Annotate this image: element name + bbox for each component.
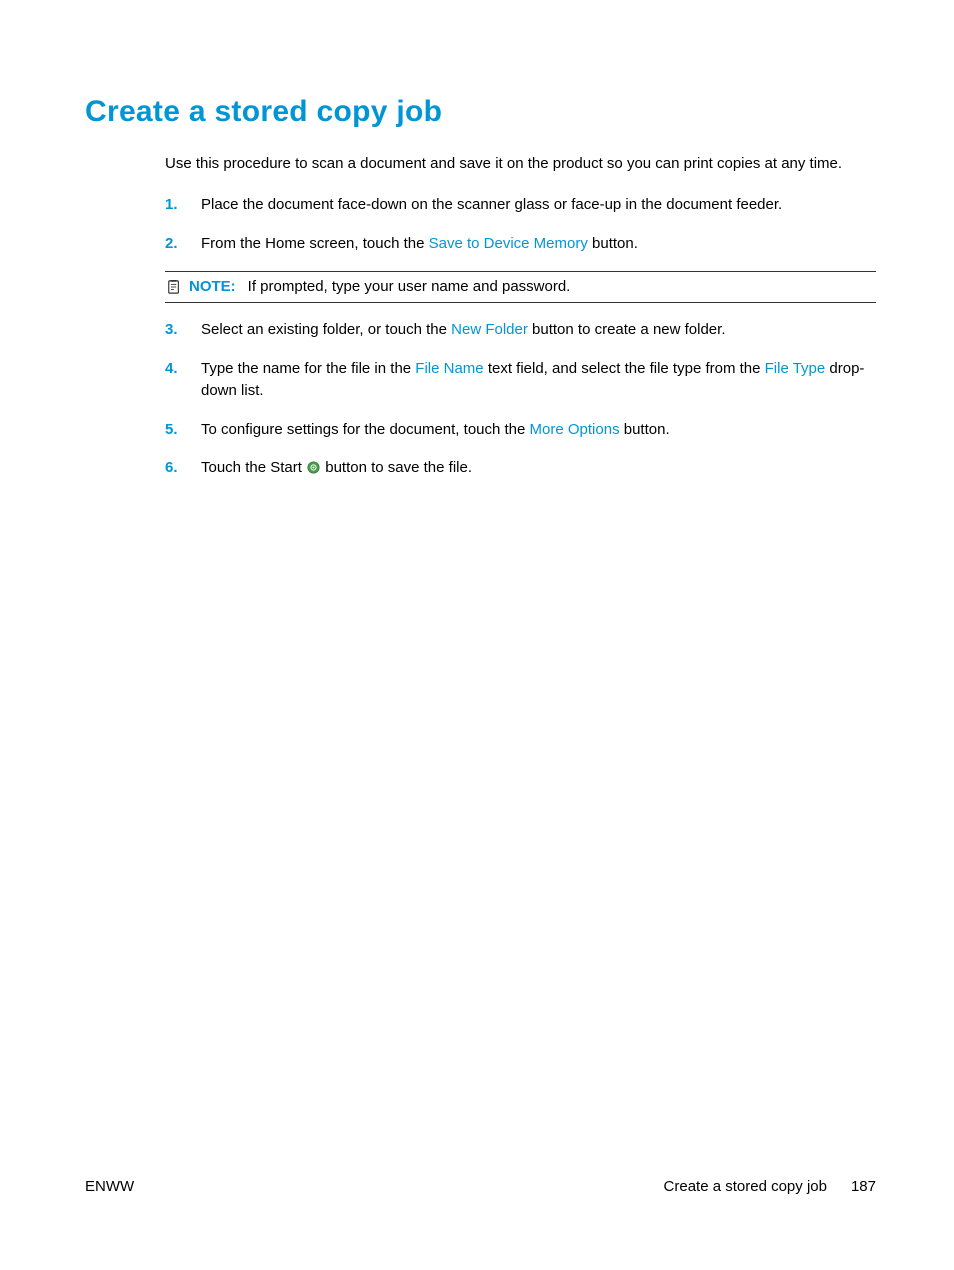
step-text: Touch the Start button to save the file. [201,457,876,480]
note-box: NOTE: If prompted, type your user name an… [165,271,876,303]
ui-reference: File Name [415,360,483,377]
intro-paragraph: Use this procedure to scan a document an… [165,153,876,174]
step-number: 1. [165,194,201,217]
text-fragment: Type the name for the file in the [201,360,415,377]
ui-reference: New Folder [451,321,528,338]
text-fragment: button. [620,421,670,438]
step-number: 5. [165,419,201,442]
step-text: From the Home screen, touch the Save to … [201,233,876,256]
page-footer: ENWW Create a stored copy job 187 [85,1178,876,1195]
step-text: Type the name for the file in the File N… [201,358,876,403]
step-item: 4. Type the name for the file in the Fil… [165,358,876,403]
text-fragment: button. [588,235,638,252]
text-fragment: Touch the Start [201,459,306,476]
step-number: 4. [165,358,201,403]
document-page: Create a stored copy job Use this proced… [0,0,954,480]
page-heading: Create a stored copy job [85,95,876,129]
step-text: Place the document face-down on the scan… [201,194,876,217]
ui-reference: More Options [530,421,620,438]
note-icon [167,280,181,294]
footer-right: Create a stored copy job 187 [664,1178,876,1195]
text-fragment: From the Home screen, touch the [201,235,429,252]
note-label: NOTE: [189,278,236,295]
step-item: 3. Select an existing folder, or touch t… [165,319,876,342]
text-fragment: button to save the file. [321,459,472,476]
text-fragment: text field, and select the file type fro… [484,360,765,377]
text-fragment: To configure settings for the document, … [201,421,530,438]
footer-left: ENWW [85,1178,134,1195]
step-item: 1. Place the document face-down on the s… [165,194,876,217]
note-content: NOTE: If prompted, type your user name an… [189,278,570,295]
step-text: Select an existing folder, or touch the … [201,319,876,342]
ui-reference: File Type [765,360,826,377]
step-number: 3. [165,319,201,342]
step-item: 5. To configure settings for the documen… [165,419,876,442]
step-item: 2. From the Home screen, touch the Save … [165,233,876,256]
ui-reference: Save to Device Memory [429,235,588,252]
page-number: 187 [851,1178,876,1195]
step-number: 6. [165,457,201,480]
text-fragment: Select an existing folder, or touch the [201,321,451,338]
step-number: 2. [165,233,201,256]
step-text: To configure settings for the document, … [201,419,876,442]
footer-section-title: Create a stored copy job [664,1178,827,1195]
start-icon [307,461,320,474]
step-item: 6. Touch the Start button to save the fi… [165,457,876,480]
steps-list: 1. Place the document face-down on the s… [165,194,876,255]
note-text: If prompted, type your user name and pas… [248,278,571,295]
text-fragment: Place the document face-down on the scan… [201,196,782,213]
steps-list-continued: 3. Select an existing folder, or touch t… [165,319,876,480]
text-fragment: button to create a new folder. [528,321,726,338]
